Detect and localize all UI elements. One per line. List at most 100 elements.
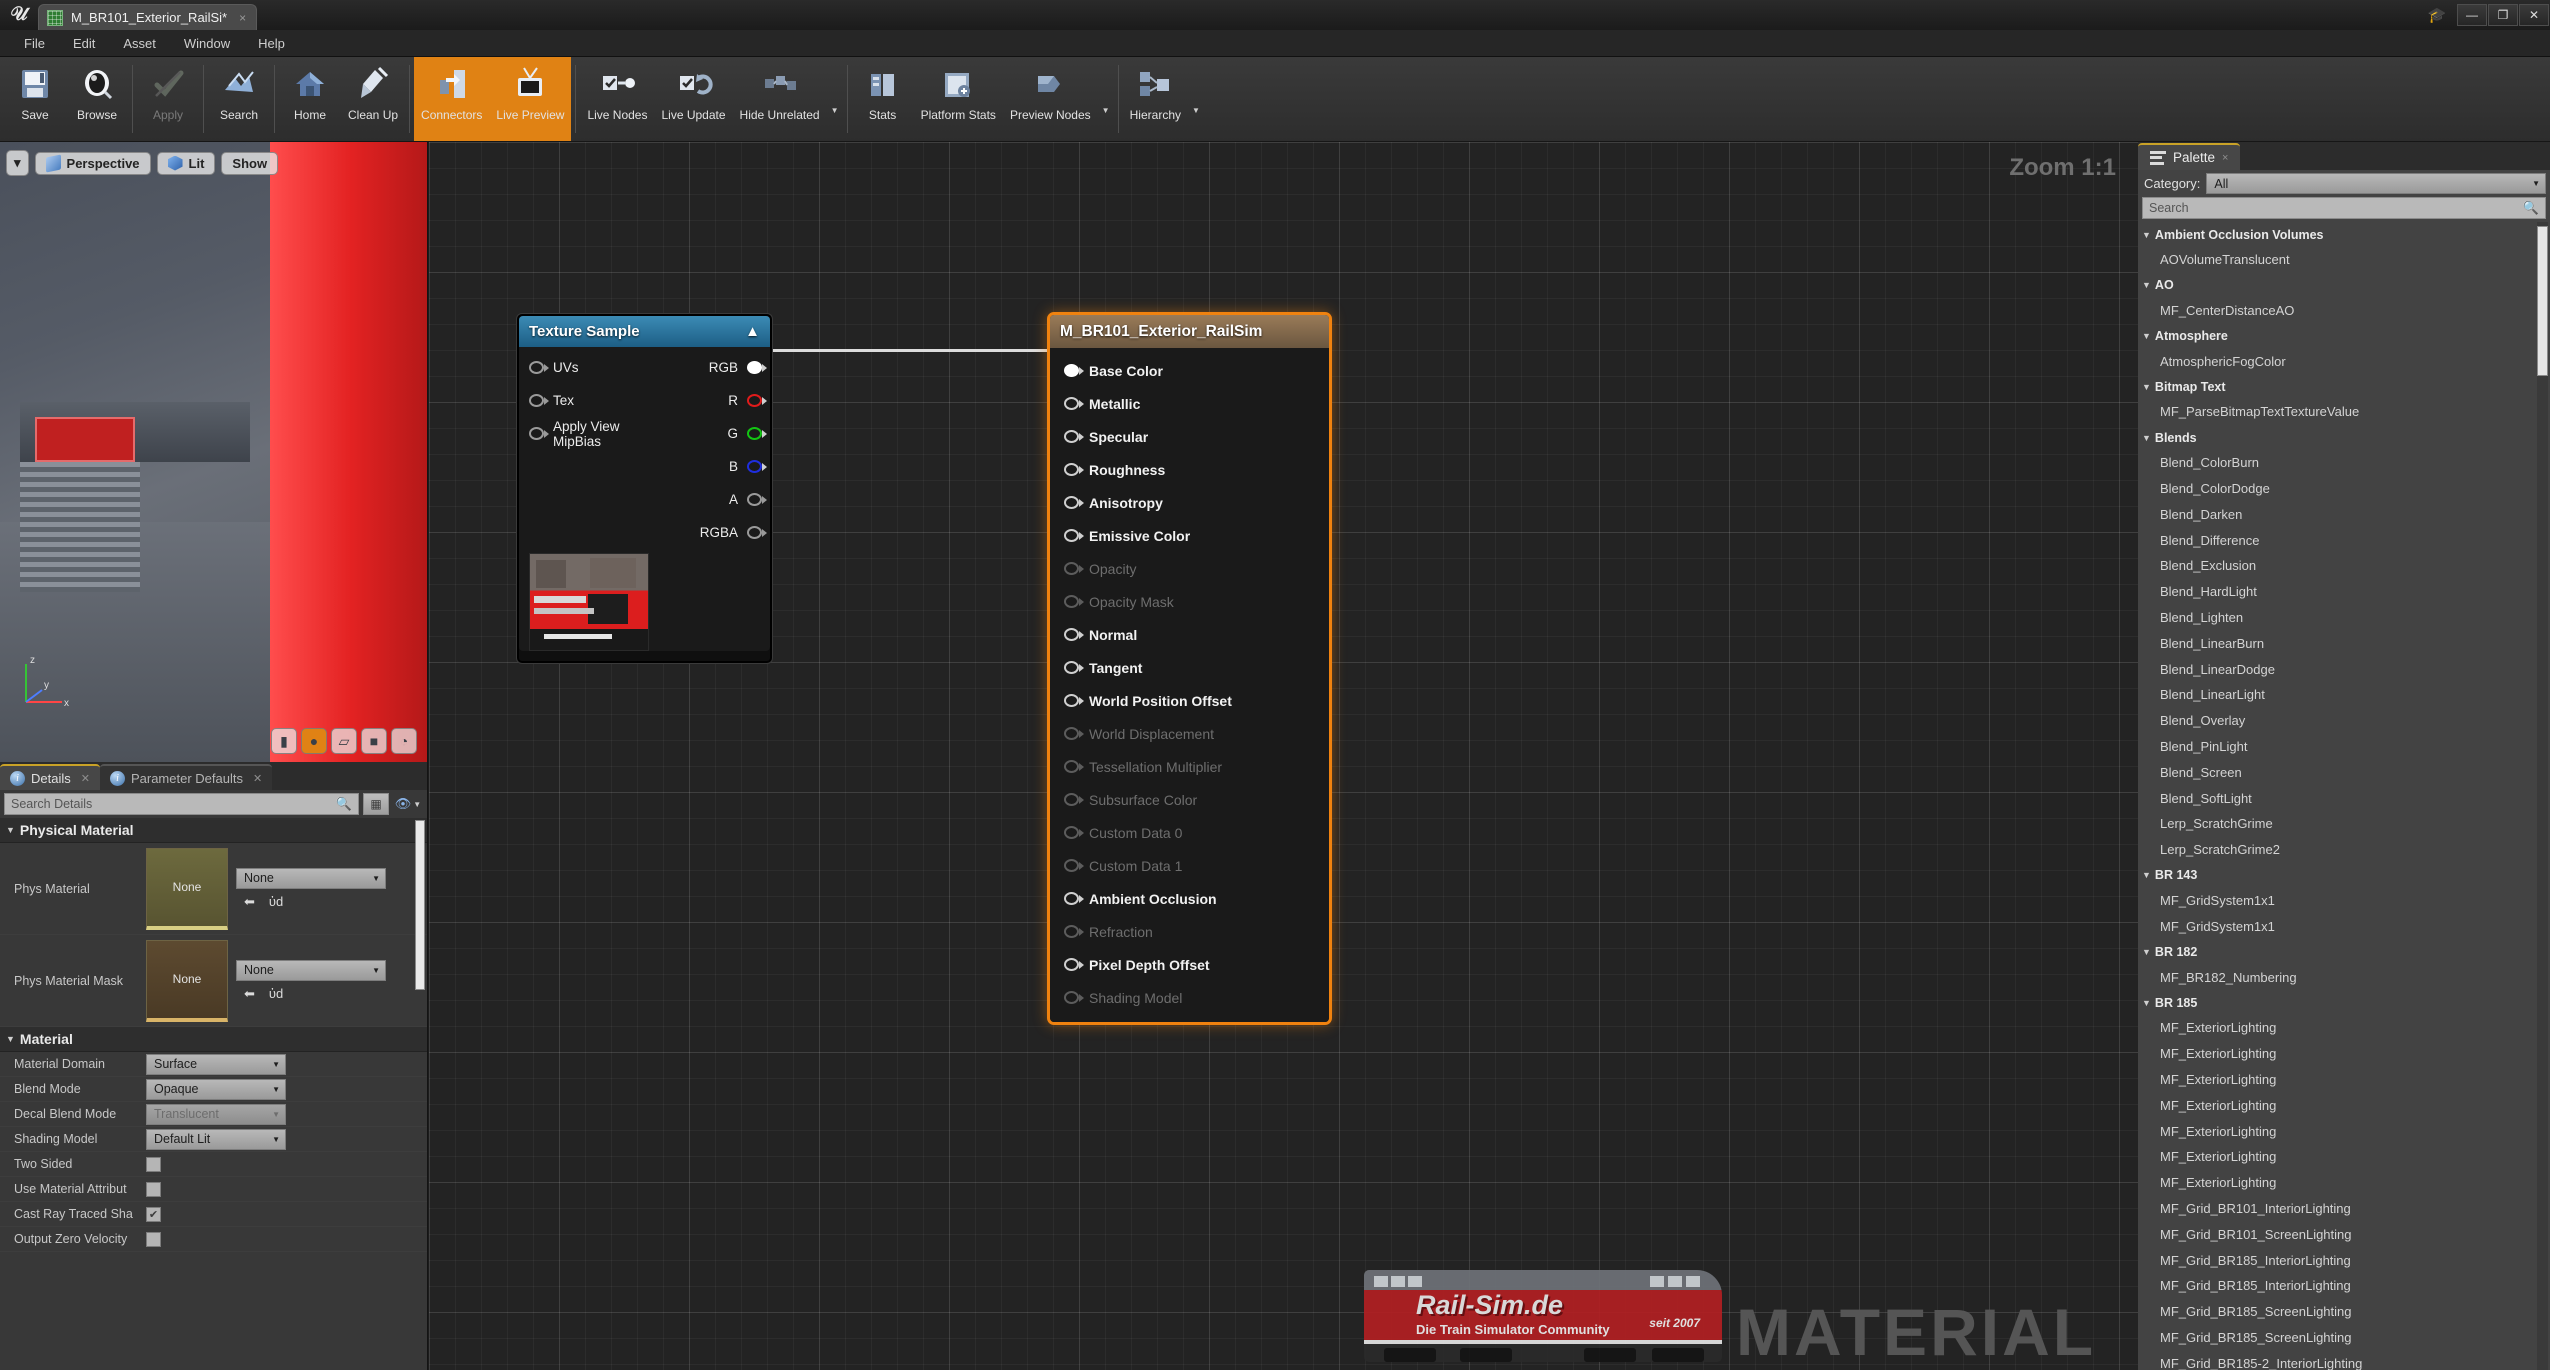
texture-sample-node[interactable]: Texture Sample ▲ UVs Tex Apply View MipBia… [517,314,772,663]
menu-edit[interactable]: Edit [59,30,109,57]
close-icon[interactable]: × [2222,152,2228,164]
pin-icon[interactable] [747,427,762,440]
texture-input-pin[interactable]: Apply View MipBias [519,417,669,450]
property-dropdown[interactable]: Default Lit ▼ [146,1128,286,1150]
pin-icon[interactable] [1064,958,1079,971]
material-preview-viewport[interactable]: ▾ Perspective Lit Show z x y ▮ ● ▱ ■ ◔ [0,142,428,762]
pin-icon[interactable] [1064,496,1079,509]
details-grid-view-button[interactable]: ▦ [363,793,389,815]
palette-item[interactable]: Blend_SoftLight [2138,786,2550,812]
restore-button[interactable]: ❐ [2488,4,2518,26]
palette-item[interactable]: Lerp_ScratchGrime2 [2138,837,2550,863]
palette-item[interactable]: AtmosphericFogColor [2138,349,2550,375]
texture-output-pin[interactable]: R [669,384,770,417]
pin-icon[interactable] [529,394,544,407]
tab-parameter-defaults[interactable]: i Parameter Defaults ✕ [99,764,273,790]
close-icon[interactable]: ✕ [81,772,90,785]
texture-output-pin[interactable]: B [669,450,770,483]
palette-item[interactable]: MF_Grid_BR185-2_InteriorLighting [2138,1351,2550,1370]
material-input-pin[interactable]: Anisotropy [1050,486,1329,519]
palette-item[interactable]: MF_Grid_BR185_InteriorLighting [2138,1248,2550,1274]
texture-input-pin[interactable]: UVs [519,351,669,384]
palette-item[interactable]: MF_ExteriorLighting [2138,1093,2550,1119]
palette-scroll-track[interactable] [2537,222,2548,1370]
preview-nodes-dropdown-arrow[interactable]: ▼ [1098,57,1114,141]
asset-thumbnail[interactable]: None [146,939,228,1022]
live-update-button[interactable]: Live Update [654,57,732,141]
palette-item[interactable]: MF_ExteriorLighting [2138,1144,2550,1170]
material-input-pin[interactable]: Roughness [1050,453,1329,486]
palette-item[interactable]: Lerp_ScratchGrime [2138,811,2550,837]
hierarchy-dropdown-arrow[interactable]: ▼ [1188,57,1204,141]
menu-file[interactable]: File [10,30,59,57]
pin-icon[interactable] [747,526,762,539]
material-input-pin[interactable]: Emissive Color [1050,519,1329,552]
pin-icon[interactable] [747,460,762,473]
material-input-pin[interactable]: World Position Offset [1050,684,1329,717]
pin-icon[interactable] [529,427,544,440]
menu-asset[interactable]: Asset [109,30,170,57]
hierarchy-button[interactable]: Hierarchy [1123,57,1188,141]
palette-group-header[interactable]: ▼ Blends [2138,425,2550,450]
asset-thumbnail[interactable]: None [146,847,228,930]
palette-item[interactable]: Blend_Screen [2138,760,2550,786]
property-dropdown[interactable]: Surface ▼ [146,1053,286,1075]
material-input-pin[interactable]: Tangent [1050,651,1329,684]
pin-icon[interactable] [1064,463,1079,476]
use-selected-asset-icon[interactable]: ⬅ [244,986,255,1002]
palette-item[interactable]: Blend_ColorBurn [2138,450,2550,476]
palette-item[interactable]: MF_BR182_Numbering [2138,965,2550,991]
viewport-view-mode-button[interactable]: Lit [156,151,216,175]
texture-output-pin[interactable]: G [669,417,770,450]
close-button[interactable]: ✕ [2519,4,2549,26]
property-checkbox[interactable] [146,1156,161,1172]
palette-item[interactable]: Blend_LinearDodge [2138,657,2550,683]
palette-item[interactable]: Blend_Overlay [2138,708,2550,734]
pin-icon[interactable] [1064,397,1079,410]
home-button[interactable]: Home [279,57,341,141]
palette-item[interactable]: MF_Grid_BR101_ScreenLighting [2138,1222,2550,1248]
preview-nodes-button[interactable]: Preview Nodes [1003,57,1098,141]
palette-group-header[interactable]: ▼ Bitmap Text [2138,374,2550,399]
pin-icon[interactable] [1064,694,1079,707]
pin-icon[interactable] [1064,529,1079,542]
clean-up-button[interactable]: Clean Up [341,57,405,141]
palette-item[interactable]: MF_CenterDistanceAO [2138,298,2550,324]
pin-icon[interactable] [1064,892,1079,905]
menu-help[interactable]: Help [244,30,299,57]
plane-preview-button[interactable]: ▱ [331,728,357,754]
minimize-button[interactable]: — [2457,4,2487,26]
material-input-pin[interactable]: Specular [1050,420,1329,453]
palette-list[interactable]: ▼ Ambient Occlusion Volumes AOVolumeTransl… [2138,222,2550,1370]
pin-icon[interactable] [747,493,762,506]
search-details-input[interactable]: Search Details 🔍 [4,793,359,815]
document-tab[interactable]: M_BR101_Exterior_RailSi* × [38,4,258,30]
close-icon[interactable]: × [239,11,246,25]
connectors-button[interactable]: Connectors [414,57,490,141]
palette-item[interactable]: MF_GridSystem1x1 [2138,914,2550,940]
palette-search-input[interactable]: Search 🔍 [2142,197,2546,219]
palette-group-header[interactable]: ▼ Atmosphere [2138,324,2550,349]
palette-item[interactable]: Blend_ColorDodge [2138,476,2550,502]
palette-category-dropdown[interactable]: All ▼ [2206,173,2546,194]
material-input-pin[interactable]: Ambient Occlusion [1050,882,1329,915]
save-button[interactable]: Save [4,57,66,141]
palette-item[interactable]: Blend_HardLight [2138,579,2550,605]
property-checkbox[interactable]: ✔ [146,1206,161,1222]
tab-details[interactable]: i Details ✕ [0,764,100,790]
texture-output-pin[interactable]: A [669,483,770,516]
palette-item[interactable]: Blend_LinearLight [2138,682,2550,708]
property-checkbox[interactable] [146,1231,161,1247]
palette-group-header[interactable]: ▼ BR 185 [2138,990,2550,1015]
palette-group-header[interactable]: ▼ Ambient Occlusion Volumes [2138,222,2550,247]
use-selected-asset-icon[interactable]: ⬅ [244,894,255,910]
hide-unrelated-button[interactable]: Hide Unrelated [733,57,827,141]
palette-item[interactable]: MF_ExteriorLighting [2138,1170,2550,1196]
viewport-show-menu-button[interactable]: Show [221,151,279,175]
pin-icon[interactable] [1064,628,1079,641]
texture-output-pin[interactable]: RGB [669,351,770,384]
palette-item[interactable]: Blend_Difference [2138,528,2550,554]
palette-item[interactable]: Blend_Darken [2138,502,2550,528]
palette-item[interactable]: MF_Grid_BR101_InteriorLighting [2138,1196,2550,1222]
browse-to-asset-icon[interactable]: ὐd [269,986,283,1002]
